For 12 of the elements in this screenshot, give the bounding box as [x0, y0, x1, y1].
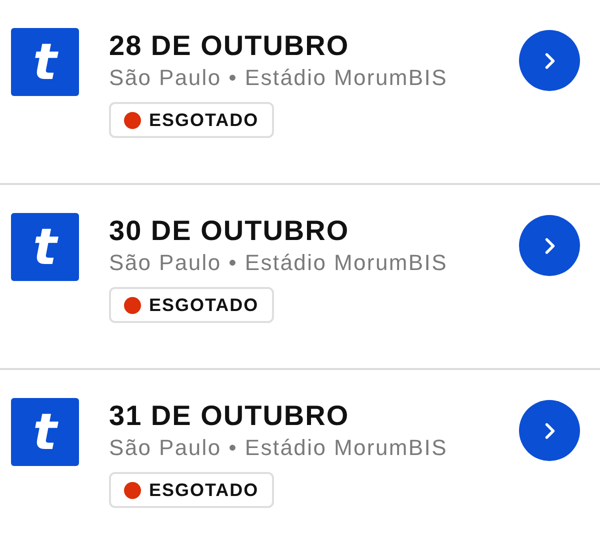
ticket-logo: t [11, 213, 79, 281]
event-location: São Paulo • Estádio MorumBIS [109, 249, 448, 277]
event-date: 30 DE OUTUBRO [109, 214, 350, 248]
ticket-logo: t [11, 28, 79, 96]
status-label: ESGOTADO [149, 108, 259, 132]
status-label: ESGOTADO [149, 294, 259, 316]
ticket-logo: t [11, 398, 79, 466]
event-location: São Paulo • Estádio MorumBIS [109, 434, 448, 462]
status-label: ESGOTADO [149, 478, 259, 502]
event-location: São Paulo • Estádio MorumBIS [109, 64, 448, 92]
event-date: 31 DE OUTUBRO [109, 399, 350, 433]
event-date: 28 DE OUTUBRO [109, 29, 350, 63]
